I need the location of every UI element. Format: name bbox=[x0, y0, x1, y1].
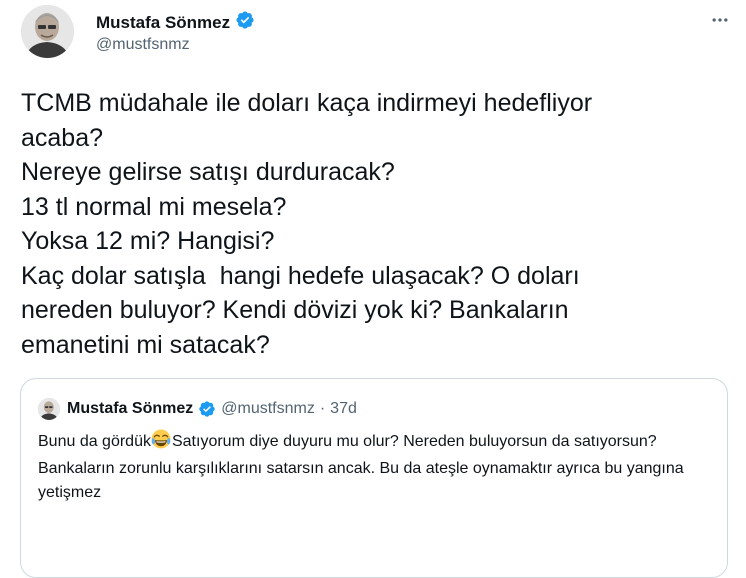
quoted-tweet-text: Bunu da gördük Satıyorum diye duyuru mu … bbox=[38, 429, 708, 505]
more-icon bbox=[712, 18, 728, 22]
verified-badge-icon bbox=[198, 400, 216, 418]
avatar-photo bbox=[38, 398, 60, 420]
face-with-tears-of-joy-icon bbox=[151, 429, 171, 457]
tweet-text: TCMB müdahale ile doları kaça indirmeyi … bbox=[21, 89, 593, 359]
avatar-photo bbox=[21, 5, 74, 58]
more-options-button[interactable] bbox=[708, 8, 732, 32]
quoted-author-avatar bbox=[38, 398, 60, 420]
quoted-author-name: Mustafa Sönmez bbox=[67, 400, 194, 417]
verified-badge-icon bbox=[235, 10, 255, 35]
quoted-timestamp: 37d bbox=[330, 400, 357, 417]
quoted-tweet[interactable]: Mustafa Sönmez @mustfsnmz · 37d Bunu da … bbox=[20, 378, 728, 578]
author-handle[interactable]: @mustfsnmz bbox=[96, 36, 190, 54]
quoted-author-handle: @mustfsnmz bbox=[221, 400, 315, 417]
author-avatar[interactable] bbox=[21, 5, 74, 58]
author-name[interactable]: Mustafa Sönmez bbox=[96, 13, 230, 33]
quoted-text-part-1: Bunu da gördük bbox=[38, 433, 151, 450]
meta-separator: · bbox=[319, 400, 326, 417]
